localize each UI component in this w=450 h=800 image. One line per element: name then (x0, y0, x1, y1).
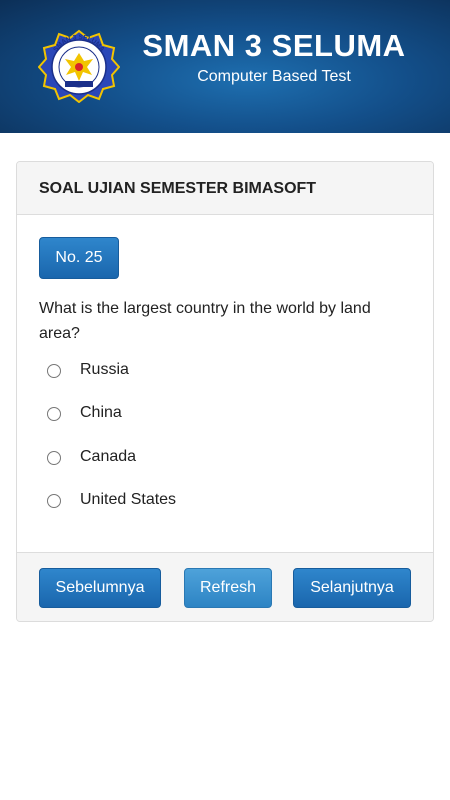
school-logo-icon: SMAN 3 SELUMA (38, 29, 120, 103)
radio-button[interactable] (47, 407, 61, 421)
refresh-button[interactable]: Refresh (184, 568, 272, 608)
app-header: SMAN 3 SELUMA SMAN 3 SELUMA Computer Bas… (0, 0, 450, 133)
option-canada[interactable]: Canada (47, 446, 397, 470)
option-label: China (80, 404, 122, 421)
radio-button[interactable] (47, 364, 61, 378)
question-text: What is the largest country in the world… (39, 300, 371, 342)
option-united-states[interactable]: United States (47, 489, 397, 513)
exam-panel: SOAL UJIAN SEMESTER BIMASOFT No. 25 What… (16, 161, 434, 622)
radio-button[interactable] (47, 451, 61, 465)
panel-heading: SOAL UJIAN SEMESTER BIMASOFT (17, 162, 433, 215)
option-china[interactable]: China (47, 402, 397, 426)
next-button[interactable]: Selanjutnya (293, 568, 411, 608)
question-number-button[interactable]: No. 25 (39, 237, 119, 279)
app-subtitle: Computer Based Test (197, 68, 351, 85)
school-name: SMAN 3 SELUMA (142, 28, 406, 63)
option-label: Canada (80, 448, 137, 465)
option-label: United States (80, 491, 177, 508)
radio-button[interactable] (47, 494, 61, 508)
panel-footer: Sebelumnya Refresh Selanjutnya (17, 552, 433, 621)
option-label: Russia (80, 361, 129, 378)
previous-button[interactable]: Sebelumnya (39, 568, 161, 608)
option-russia[interactable]: Russia (47, 359, 397, 383)
exam-title: SOAL UJIAN SEMESTER BIMASOFT (39, 180, 317, 197)
